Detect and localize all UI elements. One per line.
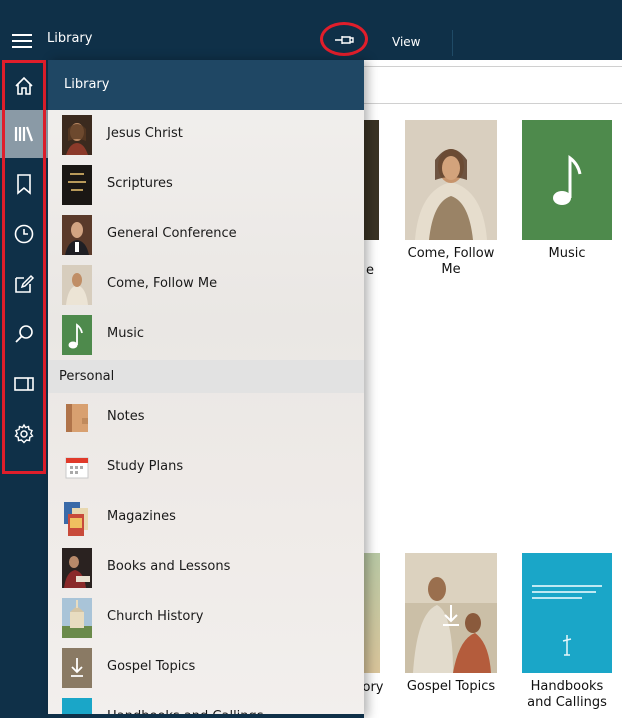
come-follow-me-image (405, 120, 497, 240)
flyout-item-label: Scriptures (107, 176, 173, 191)
search-bar[interactable] (364, 66, 622, 104)
flyout-item-label: Study Plans (107, 459, 184, 474)
flyout-item-label: Jesus Christ (107, 126, 183, 141)
study-plans-thumbnail (65, 457, 89, 479)
flyout-item-church-history[interactable]: Church History (48, 593, 364, 643)
flyout-item-scriptures[interactable]: Scriptures (48, 160, 364, 210)
flyout-item-label: Magazines (107, 509, 176, 524)
jesus-christ-thumbnail (62, 115, 92, 155)
flyout-item-come-follow-me[interactable]: Come, Follow Me (48, 260, 364, 310)
flyout-item-music[interactable]: Music (48, 310, 364, 360)
tile-label-handbooks: Handbooks and Callings (527, 679, 607, 710)
angel-moroni-icon (562, 635, 572, 656)
app-title: Library (47, 31, 93, 46)
notes-thumbnail (66, 404, 88, 432)
section-header-personal: Personal (48, 360, 364, 393)
gospel-topics-thumbnail (62, 648, 92, 688)
books-and-lessons-thumbnail (62, 548, 92, 588)
pin-highlight-annotation (320, 22, 368, 56)
gospel-topics-image (405, 553, 497, 673)
flyout-item-magazines[interactable]: Magazines (48, 493, 364, 543)
flyout-item-notes[interactable]: Notes (48, 393, 364, 443)
tab-divider (452, 30, 453, 56)
flyout-item-label: Church History (107, 609, 204, 624)
come-follow-me-thumbnail (62, 265, 92, 305)
flyout-item-jesus-christ[interactable]: Jesus Christ (48, 110, 364, 160)
title-bar (0, 0, 622, 60)
magazines-thumbnail (64, 502, 88, 536)
flyout-item-label: Come, Follow Me (107, 276, 218, 291)
flyout-header: Library (48, 60, 364, 110)
tab-view[interactable]: View (392, 35, 420, 49)
flyout-item-label: Music (107, 326, 144, 341)
flyout-bottom-edge (48, 714, 364, 718)
flyout-item-label: General Conference (107, 226, 237, 241)
flyout-item-books-and-lessons[interactable]: Books and Lessons (48, 543, 364, 593)
flyout-item-label: Books and Lessons (107, 559, 231, 574)
flyout-item-study-plans[interactable]: Study Plans (48, 443, 364, 493)
music-note-icon (553, 154, 582, 205)
library-flyout: Library Jesus Christ Scriptures General … (48, 60, 364, 718)
rail-highlight-annotation (2, 60, 46, 474)
flyout-item-label: Gospel Topics (107, 659, 196, 674)
church-history-thumbnail (62, 598, 92, 638)
general-conference-thumbnail (62, 215, 92, 255)
scriptures-thumbnail (62, 165, 92, 205)
music-thumbnail (62, 315, 92, 355)
tile-label-gospel-topics: Gospel Topics (406, 679, 496, 694)
flyout-item-label: Notes (107, 409, 145, 424)
tile-label-come-follow-me: Come, Follow Me (407, 246, 495, 277)
hamburger-menu-icon[interactable] (12, 34, 32, 48)
tile-partial-label: e (366, 263, 374, 278)
flyout-item-gospel-topics[interactable]: Gospel Topics (48, 643, 364, 693)
flyout-title: Library (64, 77, 110, 92)
tile-label-music: Music (548, 246, 586, 261)
section-label: Personal (59, 369, 115, 384)
flyout-item-general-conference[interactable]: General Conference (48, 210, 364, 260)
